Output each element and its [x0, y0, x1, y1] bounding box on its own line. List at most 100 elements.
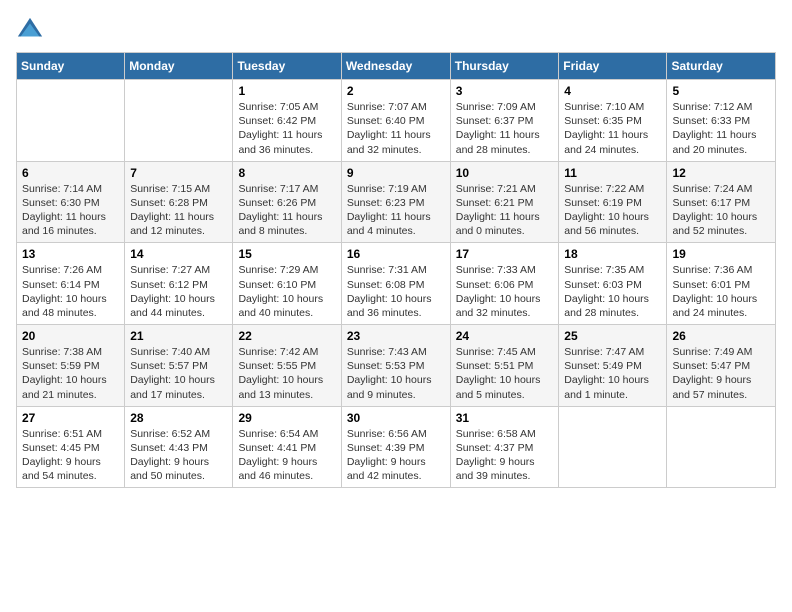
calendar-cell: 24 Sunrise: 7:45 AM Sunset: 5:51 PM Dayli…	[450, 325, 559, 407]
day-number: 24	[456, 329, 554, 343]
day-number: 5	[672, 84, 770, 98]
weekday-header-monday: Monday	[125, 53, 233, 80]
day-info: Sunrise: 7:43 AM Sunset: 5:53 PM Dayligh…	[347, 345, 445, 402]
day-number: 6	[22, 166, 119, 180]
day-info: Sunrise: 6:54 AM Sunset: 4:41 PM Dayligh…	[238, 427, 335, 484]
calendar-week-row: 1 Sunrise: 7:05 AM Sunset: 6:42 PM Daylig…	[17, 80, 776, 162]
day-info: Sunrise: 7:35 AM Sunset: 6:03 PM Dayligh…	[564, 263, 661, 320]
day-info: Sunrise: 7:29 AM Sunset: 6:10 PM Dayligh…	[238, 263, 335, 320]
calendar-cell: 10 Sunrise: 7:21 AM Sunset: 6:21 PM Dayli…	[450, 161, 559, 243]
day-number: 31	[456, 411, 554, 425]
calendar-cell: 6 Sunrise: 7:14 AM Sunset: 6:30 PM Daylig…	[17, 161, 125, 243]
day-number: 20	[22, 329, 119, 343]
calendar-week-row: 27Sunrise: 6:51 AM Sunset: 4:45 PM Dayli…	[17, 406, 776, 488]
day-number: 29	[238, 411, 335, 425]
day-number: 16	[347, 247, 445, 261]
calendar-week-row: 6 Sunrise: 7:14 AM Sunset: 6:30 PM Daylig…	[17, 161, 776, 243]
calendar-cell: 30Sunrise: 6:56 AM Sunset: 4:39 PM Dayli…	[341, 406, 450, 488]
calendar-cell: 22 Sunrise: 7:42 AM Sunset: 5:55 PM Dayli…	[233, 325, 341, 407]
day-info: Sunrise: 7:07 AM Sunset: 6:40 PM Dayligh…	[347, 100, 445, 157]
logo-icon	[16, 16, 44, 44]
day-number: 7	[130, 166, 227, 180]
day-info: Sunrise: 7:19 AM Sunset: 6:23 PM Dayligh…	[347, 182, 445, 239]
calendar-cell: 27Sunrise: 6:51 AM Sunset: 4:45 PM Dayli…	[17, 406, 125, 488]
day-info: Sunrise: 7:05 AM Sunset: 6:42 PM Dayligh…	[238, 100, 335, 157]
weekday-header-tuesday: Tuesday	[233, 53, 341, 80]
calendar-week-row: 13Sunrise: 7:26 AM Sunset: 6:14 PM Dayli…	[17, 243, 776, 325]
calendar-week-row: 20 Sunrise: 7:38 AM Sunset: 5:59 PM Dayli…	[17, 325, 776, 407]
calendar-cell: 13Sunrise: 7:26 AM Sunset: 6:14 PM Dayli…	[17, 243, 125, 325]
day-number: 21	[130, 329, 227, 343]
calendar-cell: 14 Sunrise: 7:27 AM Sunset: 6:12 PM Dayli…	[125, 243, 233, 325]
day-number: 18	[564, 247, 661, 261]
calendar-cell: 21 Sunrise: 7:40 AM Sunset: 5:57 PM Dayli…	[125, 325, 233, 407]
day-info: Sunrise: 7:17 AM Sunset: 6:26 PM Dayligh…	[238, 182, 335, 239]
day-number: 15	[238, 247, 335, 261]
day-info: Sunrise: 7:33 AM Sunset: 6:06 PM Dayligh…	[456, 263, 554, 320]
day-number: 22	[238, 329, 335, 343]
calendar-cell: 29 Sunrise: 6:54 AM Sunset: 4:41 PM Dayli…	[233, 406, 341, 488]
calendar: SundayMondayTuesdayWednesdayThursdayFrid…	[16, 52, 776, 488]
day-number: 13	[22, 247, 119, 261]
calendar-cell: 9 Sunrise: 7:19 AM Sunset: 6:23 PM Daylig…	[341, 161, 450, 243]
day-number: 28	[130, 411, 227, 425]
day-info: Sunrise: 7:36 AM Sunset: 6:01 PM Dayligh…	[672, 263, 770, 320]
day-number: 11	[564, 166, 661, 180]
calendar-cell: 19 Sunrise: 7:36 AM Sunset: 6:01 PM Dayli…	[667, 243, 776, 325]
calendar-cell: 23 Sunrise: 7:43 AM Sunset: 5:53 PM Dayli…	[341, 325, 450, 407]
day-number: 10	[456, 166, 554, 180]
day-info: Sunrise: 7:15 AM Sunset: 6:28 PM Dayligh…	[130, 182, 227, 239]
day-number: 9	[347, 166, 445, 180]
calendar-body: 1 Sunrise: 7:05 AM Sunset: 6:42 PM Daylig…	[17, 80, 776, 488]
day-number: 12	[672, 166, 770, 180]
calendar-cell: 8 Sunrise: 7:17 AM Sunset: 6:26 PM Daylig…	[233, 161, 341, 243]
calendar-cell	[667, 406, 776, 488]
weekday-header-thursday: Thursday	[450, 53, 559, 80]
calendar-cell: 15 Sunrise: 7:29 AM Sunset: 6:10 PM Dayli…	[233, 243, 341, 325]
calendar-cell: 11Sunrise: 7:22 AM Sunset: 6:19 PM Dayli…	[559, 161, 667, 243]
day-info: Sunrise: 7:47 AM Sunset: 5:49 PM Dayligh…	[564, 345, 661, 402]
day-info: Sunrise: 7:45 AM Sunset: 5:51 PM Dayligh…	[456, 345, 554, 402]
day-info: Sunrise: 7:12 AM Sunset: 6:33 PM Dayligh…	[672, 100, 770, 157]
day-info: Sunrise: 7:24 AM Sunset: 6:17 PM Dayligh…	[672, 182, 770, 239]
day-number: 17	[456, 247, 554, 261]
calendar-cell: 28 Sunrise: 6:52 AM Sunset: 4:43 PM Dayli…	[125, 406, 233, 488]
day-info: Sunrise: 7:21 AM Sunset: 6:21 PM Dayligh…	[456, 182, 554, 239]
calendar-cell: 12 Sunrise: 7:24 AM Sunset: 6:17 PM Dayli…	[667, 161, 776, 243]
day-info: Sunrise: 7:38 AM Sunset: 5:59 PM Dayligh…	[22, 345, 119, 402]
calendar-cell: 17 Sunrise: 7:33 AM Sunset: 6:06 PM Dayli…	[450, 243, 559, 325]
calendar-cell: 7 Sunrise: 7:15 AM Sunset: 6:28 PM Daylig…	[125, 161, 233, 243]
day-number: 27	[22, 411, 119, 425]
day-info: Sunrise: 7:27 AM Sunset: 6:12 PM Dayligh…	[130, 263, 227, 320]
calendar-cell: 4Sunrise: 7:10 AM Sunset: 6:35 PM Daylig…	[559, 80, 667, 162]
calendar-cell: 31 Sunrise: 6:58 AM Sunset: 4:37 PM Dayli…	[450, 406, 559, 488]
calendar-cell	[17, 80, 125, 162]
day-info: Sunrise: 6:52 AM Sunset: 4:43 PM Dayligh…	[130, 427, 227, 484]
day-number: 8	[238, 166, 335, 180]
page-header	[16, 16, 776, 44]
weekday-header-friday: Friday	[559, 53, 667, 80]
day-number: 23	[347, 329, 445, 343]
weekday-header-saturday: Saturday	[667, 53, 776, 80]
calendar-cell	[125, 80, 233, 162]
day-info: Sunrise: 6:56 AM Sunset: 4:39 PM Dayligh…	[347, 427, 445, 484]
day-number: 1	[238, 84, 335, 98]
calendar-cell	[559, 406, 667, 488]
calendar-cell: 5 Sunrise: 7:12 AM Sunset: 6:33 PM Daylig…	[667, 80, 776, 162]
calendar-cell: 16Sunrise: 7:31 AM Sunset: 6:08 PM Dayli…	[341, 243, 450, 325]
day-info: Sunrise: 7:10 AM Sunset: 6:35 PM Dayligh…	[564, 100, 661, 157]
day-info: Sunrise: 7:09 AM Sunset: 6:37 PM Dayligh…	[456, 100, 554, 157]
day-number: 14	[130, 247, 227, 261]
day-info: Sunrise: 6:58 AM Sunset: 4:37 PM Dayligh…	[456, 427, 554, 484]
calendar-cell: 1 Sunrise: 7:05 AM Sunset: 6:42 PM Daylig…	[233, 80, 341, 162]
logo	[16, 16, 48, 44]
calendar-cell: 18 Sunrise: 7:35 AM Sunset: 6:03 PM Dayli…	[559, 243, 667, 325]
day-info: Sunrise: 7:14 AM Sunset: 6:30 PM Dayligh…	[22, 182, 119, 239]
calendar-cell: 20 Sunrise: 7:38 AM Sunset: 5:59 PM Dayli…	[17, 325, 125, 407]
day-number: 2	[347, 84, 445, 98]
weekday-header-wednesday: Wednesday	[341, 53, 450, 80]
day-number: 19	[672, 247, 770, 261]
day-info: Sunrise: 7:49 AM Sunset: 5:47 PM Dayligh…	[672, 345, 770, 402]
day-info: Sunrise: 7:40 AM Sunset: 5:57 PM Dayligh…	[130, 345, 227, 402]
day-info: Sunrise: 7:42 AM Sunset: 5:55 PM Dayligh…	[238, 345, 335, 402]
